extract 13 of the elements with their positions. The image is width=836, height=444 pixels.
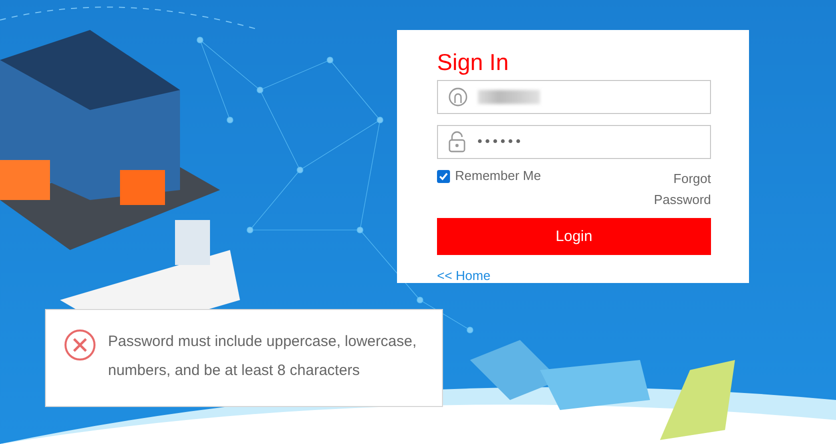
login-button[interactable]: Login xyxy=(437,218,711,255)
blurred-username xyxy=(478,90,540,104)
home-link[interactable]: << Home xyxy=(437,268,490,283)
error-message: Password must include uppercase, lowercase, numbers, and be at least 8 characters xyxy=(108,332,418,381)
user-icon xyxy=(448,87,468,108)
sign-in-title: Sign In xyxy=(437,48,510,76)
username-field[interactable] xyxy=(437,80,711,114)
password-field[interactable]: •••••• xyxy=(437,125,711,160)
forgot-password-link[interactable]: Forgot Password xyxy=(651,168,711,210)
remember-me-label: Remember Me xyxy=(455,168,541,184)
remember-me-checkbox[interactable] xyxy=(437,170,450,184)
error-icon xyxy=(64,329,96,361)
padlock-icon xyxy=(448,131,466,154)
